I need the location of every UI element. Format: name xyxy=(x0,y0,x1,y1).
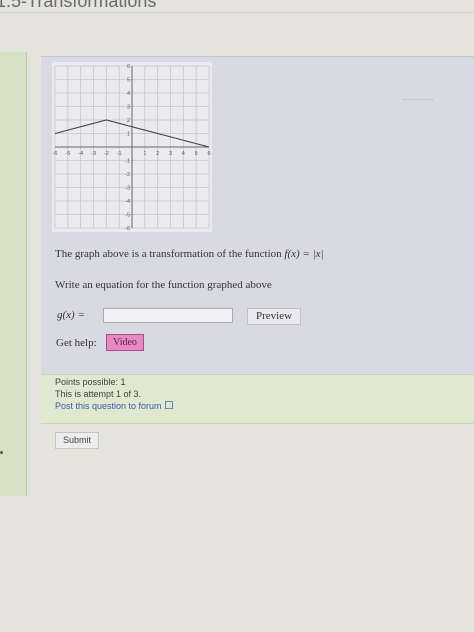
attempt-count: This is attempt 1 of 3. xyxy=(55,389,142,399)
x-tick-label: -2 xyxy=(104,151,109,157)
x-tick-label: 5 xyxy=(195,151,198,157)
question-function: f(x) = |x| xyxy=(284,248,324,260)
y-tick-label: 1 xyxy=(127,132,130,138)
y-tick-label: 6 xyxy=(127,64,130,70)
x-tick-label: 3 xyxy=(169,151,172,157)
question-text: The graph above is a transformation of t… xyxy=(55,248,324,260)
answer-input[interactable] xyxy=(103,308,233,323)
decorative-dot xyxy=(0,451,3,454)
y-tick-label: -1 xyxy=(125,159,130,165)
title-divider xyxy=(0,12,474,13)
x-tick-label: 1 xyxy=(143,151,146,157)
points-possible: Points possible: 1 xyxy=(55,377,126,387)
instruction-text: Write an equation for the function graph… xyxy=(55,279,272,291)
y-tick-label: -6 xyxy=(125,226,130,232)
x-tick-label: 6 xyxy=(207,151,210,157)
y-tick-label: 5 xyxy=(127,78,130,84)
x-tick-label: 4 xyxy=(182,151,185,157)
external-link-icon xyxy=(164,401,173,409)
preview-button[interactable]: Preview xyxy=(247,308,301,325)
get-help-label: Get help: xyxy=(56,337,97,349)
function-graph: -6 -5 -4 -3 -2 -1 1 2 3 4 5 6 6 5 4 3 2 1 -1 -2 -3 -4 -5 -6 xyxy=(52,62,212,232)
graph-svg: -6 -5 -4 -3 -2 -1 1 2 3 4 5 6 6 5 4 3 2 1 -1 -2 -3 -4 -5 -6 xyxy=(53,64,211,232)
x-tick-label: -4 xyxy=(78,151,83,157)
left-sidebar-rail xyxy=(0,52,27,496)
y-tick-label: 3 xyxy=(127,105,130,111)
y-tick-label: -2 xyxy=(125,172,130,178)
y-tick-label: 4 xyxy=(127,91,130,97)
x-tick-label: -3 xyxy=(91,151,96,157)
x-tick-label: -1 xyxy=(117,151,122,157)
forum-link[interactable]: Post this question to forum xyxy=(55,401,173,411)
question-intro: The graph above is a transformation of t… xyxy=(55,248,285,260)
decorative-dots xyxy=(403,99,433,101)
page-title: 1.5-Transformations xyxy=(0,0,157,11)
forum-link-label[interactable]: Post this question to forum xyxy=(55,401,162,411)
y-tick-label: -4 xyxy=(125,199,130,205)
x-tick-label: 2 xyxy=(156,151,159,157)
video-help-button[interactable]: Video xyxy=(106,334,144,351)
y-tick-label: -3 xyxy=(125,186,130,192)
y-tick-label: 2 xyxy=(127,118,130,124)
x-tick-label: -6 xyxy=(53,151,58,157)
submit-button[interactable]: Submit xyxy=(55,432,99,449)
answer-label: g(x) = xyxy=(57,309,85,321)
x-tick-label: -5 xyxy=(65,151,70,157)
y-tick-label: -5 xyxy=(125,213,130,219)
